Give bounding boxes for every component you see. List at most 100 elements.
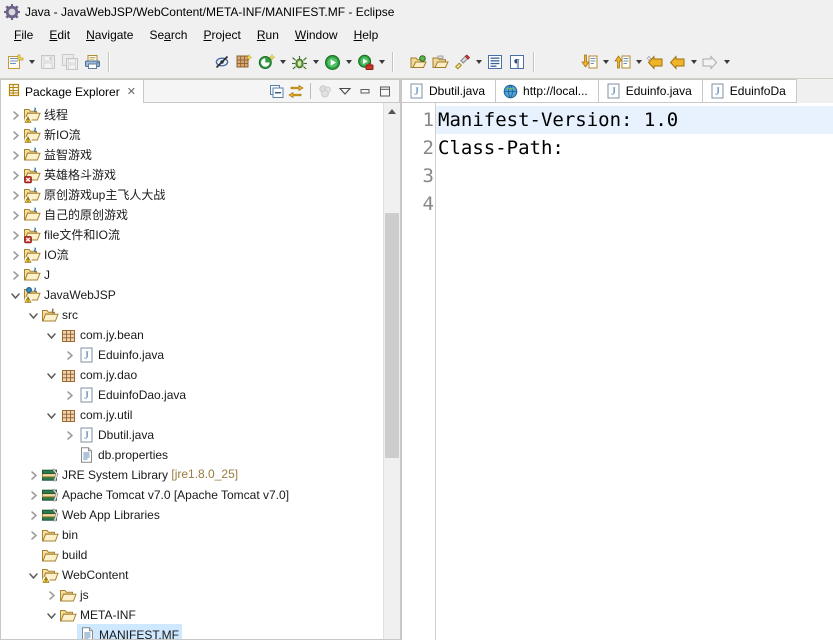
tree-item[interactable]: J EduinfoDao.java xyxy=(1,385,383,405)
twisty-collapsed-icon[interactable] xyxy=(7,145,23,165)
twisty-collapsed-icon[interactable] xyxy=(7,125,23,145)
close-icon[interactable]: ✕ xyxy=(125,85,138,98)
tree-item[interactable]: db.properties xyxy=(1,445,383,465)
run-dropdown-arrow[interactable] xyxy=(343,51,354,73)
tree-item[interactable]: J xyxy=(1,265,383,285)
twisty-collapsed-icon[interactable] xyxy=(7,185,23,205)
menu-help[interactable]: Help xyxy=(346,26,387,44)
last-edit-location-icon[interactable] xyxy=(644,51,666,73)
tree-item[interactable]: com.jy.util xyxy=(1,405,383,425)
tree-item[interactable]: META-INF xyxy=(1,605,383,625)
save-icon[interactable] xyxy=(37,51,59,73)
view-filter-icon[interactable] xyxy=(315,81,335,101)
debug-icon[interactable] xyxy=(288,51,310,73)
menu-edit[interactable]: Edit xyxy=(41,26,78,44)
collapse-all-icon[interactable] xyxy=(266,81,286,101)
toggle-block-selection-icon[interactable] xyxy=(484,51,506,73)
new-java-package-icon[interactable] xyxy=(233,51,255,73)
tree-item[interactable]: 自己的原创游戏 xyxy=(1,205,383,225)
twisty-collapsed-icon[interactable] xyxy=(61,425,77,445)
tree-item[interactable]: com.jy.dao xyxy=(1,365,383,385)
twisty-expanded-icon[interactable] xyxy=(43,405,59,425)
tree-item[interactable]: file文件和IO流 xyxy=(1,225,383,245)
search-icon[interactable] xyxy=(451,51,473,73)
tree-vertical-scrollbar[interactable] xyxy=(383,103,400,639)
twisty-collapsed-icon[interactable] xyxy=(7,225,23,245)
show-whitespace-icon[interactable]: ¶ xyxy=(506,51,528,73)
tree-item[interactable]: IO流 xyxy=(1,245,383,265)
tree-item[interactable]: build xyxy=(1,545,383,565)
twisty-expanded-icon[interactable] xyxy=(25,305,41,325)
view-menu-icon[interactable] xyxy=(335,81,355,101)
maximize-icon[interactable] xyxy=(375,81,395,101)
new-dropdown-arrow[interactable] xyxy=(26,51,37,73)
run-external-tools-icon[interactable] xyxy=(354,51,376,73)
menu-project[interactable]: Project xyxy=(195,26,248,44)
twisty-collapsed-icon[interactable] xyxy=(7,165,23,185)
new-java-class-dropdown-arrow[interactable] xyxy=(277,51,288,73)
editor-tab[interactable]: J EduinfoDa xyxy=(702,79,797,103)
menu-file[interactable]: File xyxy=(6,26,41,44)
previous-annotation-icon[interactable] xyxy=(611,51,633,73)
twisty-collapsed-icon[interactable] xyxy=(25,525,41,545)
tree-item[interactable]: WebContent xyxy=(1,565,383,585)
next-annotation-icon[interactable] xyxy=(578,51,600,73)
twisty-collapsed-icon[interactable] xyxy=(25,485,41,505)
twisty-collapsed-icon[interactable] xyxy=(61,385,77,405)
editor-tab[interactable]: J Dbutil.java xyxy=(401,79,497,103)
code-line[interactable]: Class-Path: xyxy=(436,134,833,162)
tree-item[interactable]: com.jy.bean xyxy=(1,325,383,345)
tree-item[interactable]: 线程 xyxy=(1,105,383,125)
twisty-collapsed-icon[interactable] xyxy=(25,465,41,485)
twisty-collapsed-icon[interactable] xyxy=(61,345,77,365)
tree-item[interactable]: JRE System Library [jre1.8.0_25] xyxy=(1,465,383,485)
code-line[interactable] xyxy=(436,162,833,190)
twisty-expanded-icon[interactable] xyxy=(25,565,41,585)
twisty-expanded-icon[interactable] xyxy=(43,605,59,625)
forward-icon[interactable] xyxy=(699,51,721,73)
minimize-icon[interactable] xyxy=(355,81,375,101)
link-with-editor-icon[interactable] xyxy=(286,81,306,101)
editor-tab[interactable]: http://local... xyxy=(496,79,599,103)
menu-window[interactable]: Window xyxy=(287,26,346,44)
twisty-collapsed-icon[interactable] xyxy=(7,245,23,265)
tree-item[interactable]: bin xyxy=(1,525,383,545)
forward-dropdown-arrow[interactable] xyxy=(721,51,732,73)
menu-run[interactable]: Run xyxy=(249,26,287,44)
tree-item[interactable]: Apache Tomcat v7.0 [Apache Tomcat v7.0] xyxy=(1,485,383,505)
back-dropdown-arrow[interactable] xyxy=(688,51,699,73)
run-icon[interactable] xyxy=(321,51,343,73)
back-icon[interactable] xyxy=(666,51,688,73)
open-type-icon[interactable] xyxy=(407,51,429,73)
package-explorer-tree[interactable]: 线程 新IO流 益智游戏 英雄格斗游戏 原创游戏up主飞人大战 自己的原创游戏 file文件… xyxy=(1,103,383,639)
tree-item[interactable]: src xyxy=(1,305,383,325)
twisty-expanded-icon[interactable] xyxy=(43,325,59,345)
open-task-icon[interactable] xyxy=(429,51,451,73)
tree-item[interactable]: 原创游戏up主飞人大战 xyxy=(1,185,383,205)
menu-navigate[interactable]: Navigate xyxy=(78,26,141,44)
twisty-collapsed-icon[interactable] xyxy=(7,105,23,125)
tree-item[interactable]: J Eduinfo.java xyxy=(1,345,383,365)
code-text[interactable]: Manifest-Version: 1.0 Class-Path: xyxy=(436,103,833,640)
twisty-collapsed-icon[interactable] xyxy=(25,505,41,525)
code-line[interactable]: Manifest-Version: 1.0 xyxy=(436,106,833,134)
tree-item[interactable]: JavaWebJSP xyxy=(1,285,383,305)
previous-annotation-dropdown-arrow[interactable] xyxy=(633,51,644,73)
twisty-expanded-icon[interactable] xyxy=(7,285,23,305)
tree-item-selected[interactable]: MANIFEST.MF xyxy=(1,624,383,639)
code-line[interactable] xyxy=(436,190,833,218)
search-dropdown-arrow[interactable] xyxy=(473,51,484,73)
toggle-mark-occurrences-icon[interactable] xyxy=(211,51,233,73)
menu-search[interactable]: Search xyxy=(141,26,195,44)
print-icon[interactable] xyxy=(81,51,103,73)
tree-item[interactable]: Web App Libraries xyxy=(1,505,383,525)
new-java-class-icon[interactable] xyxy=(255,51,277,73)
debug-dropdown-arrow[interactable] xyxy=(310,51,321,73)
run-external-tools-dropdown-arrow[interactable] xyxy=(376,51,387,73)
editor-content[interactable]: 1 2 3 4 Manifest-Version: 1.0 Class-Path: xyxy=(401,103,833,640)
tree-item[interactable]: js xyxy=(1,585,383,605)
tree-item[interactable]: 英雄格斗游戏 xyxy=(1,165,383,185)
twisty-collapsed-icon[interactable] xyxy=(7,205,23,225)
twisty-collapsed-icon[interactable] xyxy=(43,585,59,605)
twisty-expanded-icon[interactable] xyxy=(43,365,59,385)
